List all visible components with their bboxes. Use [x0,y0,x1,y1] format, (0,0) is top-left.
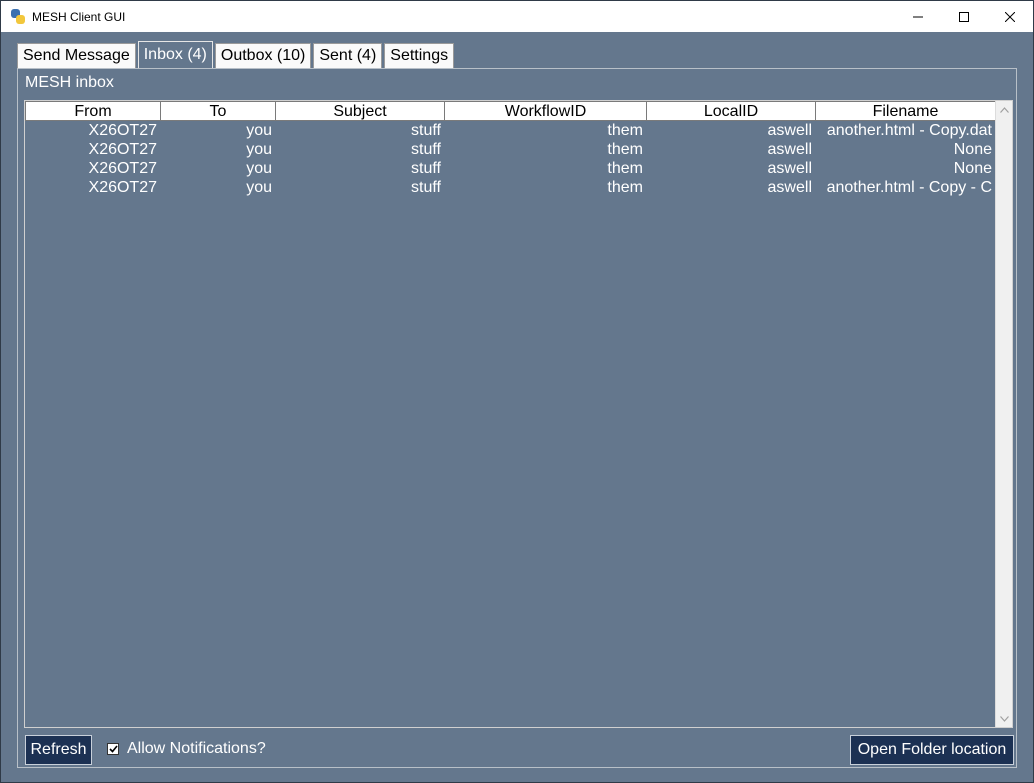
cell-filename: None [953,141,992,158]
cell-subject: stuff [411,122,441,139]
tab-bar: Send Message Inbox (4) Outbox (10) Sent … [17,41,456,68]
table-row[interactable]: X26OT27 you stuff them aswell another.ht… [25,121,996,140]
allow-notifications-label: Allow Notifications? [127,740,266,757]
app-window: MESH Client GUI Send Message Inbox (4) O… [0,0,1034,783]
table-row[interactable]: X26OT27 you stuff them aswell None [25,140,996,159]
cell-to: you [246,141,272,158]
chevron-down-icon [999,715,1009,722]
minimize-icon [913,16,923,17]
cell-localid: aswell [767,122,812,139]
column-header-workflowid[interactable]: WorkflowID [445,101,647,121]
cell-workflowid: them [607,160,643,177]
table-row[interactable]: X26OT27 you stuff them aswell another.ht… [25,178,996,197]
refresh-button[interactable]: Refresh [25,735,92,765]
tab-sent[interactable]: Sent (4) [313,43,383,68]
checkmark-icon [108,745,118,753]
table-row[interactable]: X26OT27 you stuff them aswell None [25,159,996,178]
maximize-icon [959,11,969,22]
window-title: MESH Client GUI [32,9,126,24]
cell-localid: aswell [767,160,812,177]
inbox-panel: MESH inbox From To Subject WorkflowID Lo… [17,68,1017,768]
allow-notifications-checkbox[interactable] [107,743,119,755]
python-app-icon [10,8,26,25]
cell-from: X26OT27 [88,160,157,177]
cell-workflowid: them [607,141,643,158]
panel-title: MESH inbox [25,74,114,91]
minimize-button[interactable] [895,1,941,32]
title-bar[interactable]: MESH Client GUI [1,1,1033,32]
cell-from: X26OT27 [88,179,157,196]
table-body: X26OT27 you stuff them aswell another.ht… [25,121,996,197]
allow-notifications-toggle[interactable]: Allow Notifications? [107,740,266,758]
cell-subject: stuff [411,141,441,158]
cell-workflowid: them [607,122,643,139]
column-header-to[interactable]: To [161,101,276,121]
column-header-filename[interactable]: Filename [816,101,996,121]
cell-from: X26OT27 [88,122,157,139]
inbox-table: From To Subject WorkflowID LocalID Filen… [24,100,1013,728]
maximize-button[interactable] [941,1,987,32]
scroll-up-button[interactable] [996,101,1012,118]
table-header: From To Subject WorkflowID LocalID Filen… [25,101,996,121]
tab-send-message[interactable]: Send Message [17,43,136,68]
cell-workflowid: them [607,179,643,196]
cell-subject: stuff [411,160,441,177]
column-header-localid[interactable]: LocalID [647,101,816,121]
cell-from: X26OT27 [88,141,157,158]
cell-subject: stuff [411,179,441,196]
cell-filename: another.html - Copy - C [826,179,992,196]
chevron-up-icon [999,106,1009,113]
close-icon [1005,11,1015,22]
cell-to: you [246,122,272,139]
cell-filename: another.html - Copy.dat [826,122,992,139]
close-button[interactable] [987,1,1033,32]
tab-inbox[interactable]: Inbox (4) [137,41,213,68]
cell-filename: None [953,160,992,177]
cell-localid: aswell [767,179,812,196]
cell-to: you [246,160,272,177]
column-header-subject[interactable]: Subject [276,101,445,121]
open-folder-location-button[interactable]: Open Folder location [850,735,1014,765]
cell-to: you [246,179,272,196]
cell-localid: aswell [767,141,812,158]
tab-settings[interactable]: Settings [384,43,455,68]
vertical-scrollbar[interactable] [995,101,1012,727]
column-header-from[interactable]: From [25,101,161,121]
scroll-down-button[interactable] [996,710,1012,727]
tab-outbox[interactable]: Outbox (10) [214,43,312,68]
